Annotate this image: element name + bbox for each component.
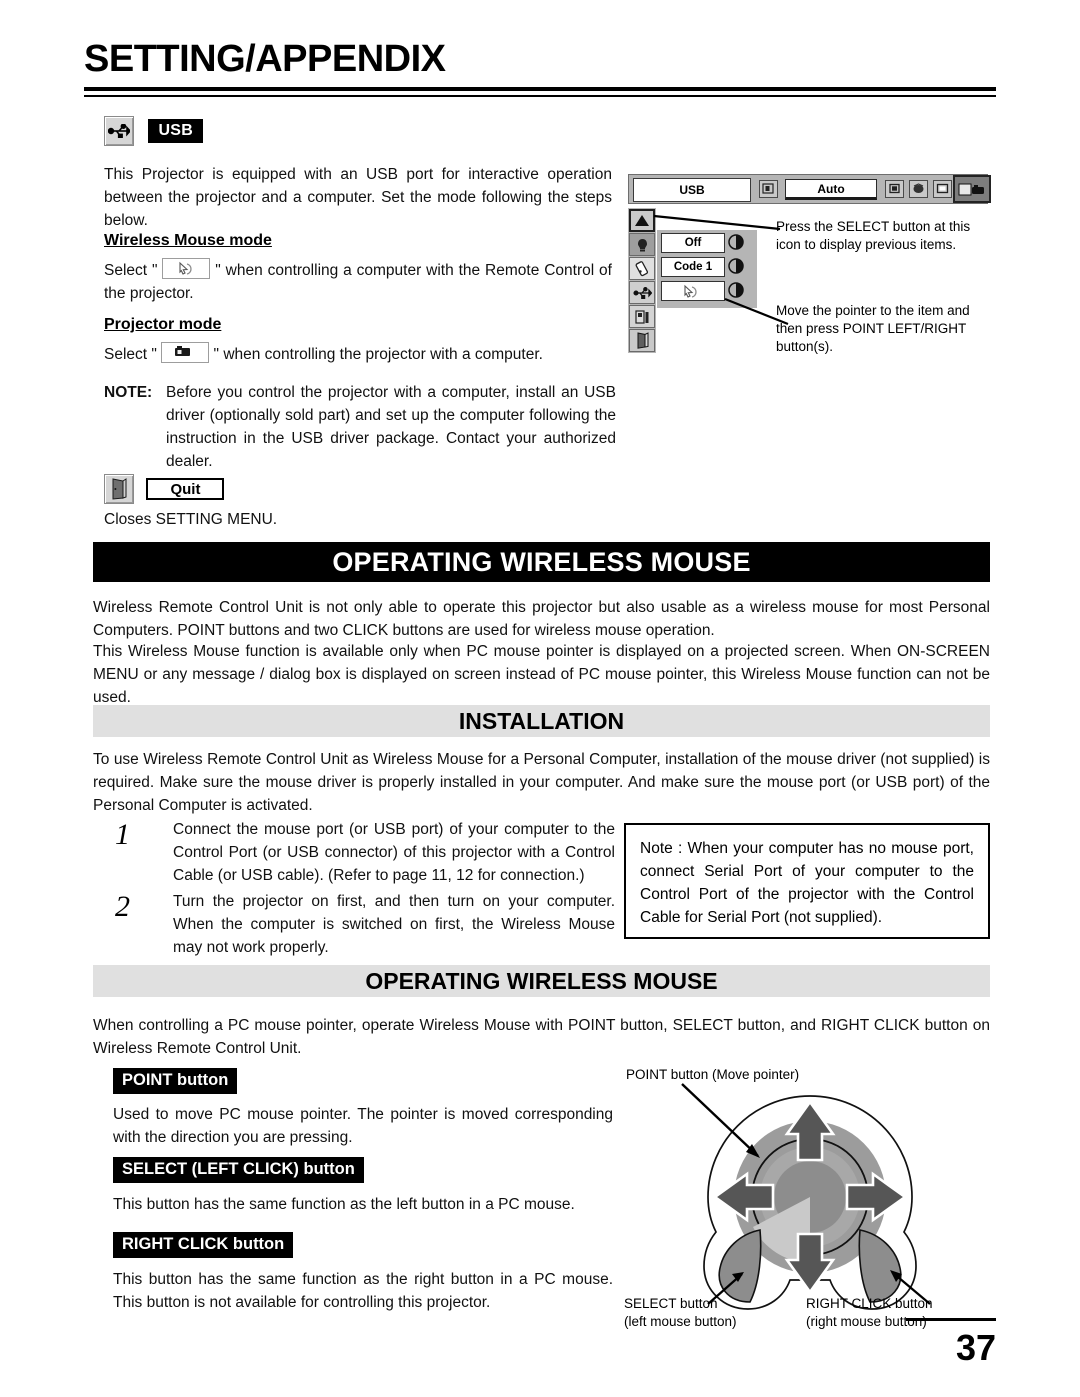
adjust-left-right-icon-3 [728, 282, 744, 298]
banner-installation: INSTALLATION [93, 705, 990, 737]
pc-adjust-icon[interactable] [933, 180, 952, 198]
osd-value-column: Off Code 1 [657, 230, 757, 308]
remote-code-icon[interactable] [629, 257, 655, 280]
osd-title-field: USB [633, 178, 751, 202]
wireless-mouse-mode-heading: Wireless Mouse mode [104, 232, 272, 249]
image-icon[interactable] [909, 180, 928, 198]
select-button-caption: SELECT button (left mouse button) [624, 1295, 737, 1331]
osd-code-value[interactable]: Code 1 [661, 257, 725, 277]
mouse-pointer-icon [162, 258, 211, 279]
quit-label: Quit [146, 478, 225, 500]
adjust-left-right-icon-1 [728, 234, 744, 250]
right-click-button-label-box: RIGHT CLICK button [113, 1232, 294, 1258]
osd-auto-button[interactable]: Auto [785, 179, 877, 200]
serial-port-note-box: Note : When your computer has no mouse p… [624, 823, 990, 939]
osd-lamp-value[interactable]: Off [661, 233, 725, 253]
quit-heading-row: Quit [104, 474, 225, 504]
note-label: NOTE: [104, 384, 153, 401]
right-click-button-label: RIGHT CLICK button [113, 1232, 294, 1258]
usb-icon[interactable] [629, 281, 655, 304]
wireless-mode-text-before: Select " [104, 262, 158, 279]
osd-callout-bottom: Move the pointer to the item and then pr… [776, 303, 970, 354]
step-2-text: Turn the projector on first, and then tu… [173, 893, 615, 956]
point-button-label: POINT button [113, 1068, 238, 1094]
input-icon[interactable] [759, 180, 778, 198]
adjust-left-right-icon-2 [728, 258, 744, 274]
note-text: Before you control the projector with a … [166, 384, 616, 470]
up-arrow-icon[interactable] [629, 209, 655, 232]
quit-description: Closes SETTING MENU. [104, 511, 278, 528]
projector-mode-text-after: " when controlling the projector with a … [213, 346, 543, 363]
step-1-text: Connect the mouse port (or USB port) of … [173, 821, 615, 884]
projector-mode-text-before: Select " [104, 346, 157, 363]
page-number-rule [906, 1318, 996, 1321]
usb-heading-row: USB [104, 116, 204, 146]
lamp-counter-icon[interactable] [629, 305, 655, 328]
screen-icon[interactable] [885, 180, 904, 198]
door-exit-icon [104, 474, 134, 504]
osd-top-bar: USB Auto [628, 174, 988, 204]
installation-paragraph: To use Wireless Remote Control Unit as W… [93, 751, 990, 814]
header-rule [84, 87, 996, 97]
banner-operating-wireless-mouse-2: OPERATING WIRELESS MOUSE [93, 965, 990, 997]
right-click-button-text: This button has the same function as the… [113, 1271, 613, 1311]
lamp-icon[interactable] [629, 233, 655, 256]
right-click-caption-line1: RIGHT CLICK button [806, 1296, 933, 1311]
quit-door-icon[interactable] [629, 329, 655, 352]
step-2-number: 2 [115, 890, 130, 923]
osd-usb-mode-value[interactable] [661, 281, 725, 301]
page-number: 37 [955, 1327, 996, 1368]
select-button-caption-line2: (left mouse button) [624, 1314, 737, 1329]
installation-step-2: 2 Turn the projector on first, and then … [115, 890, 615, 959]
select-button-text: This button has the same function as the… [113, 1196, 575, 1213]
select-button-caption-line1: SELECT button [624, 1296, 718, 1311]
step-1-number: 1 [115, 818, 130, 851]
banner2-intro: When controlling a PC mouse pointer, ope… [93, 1017, 990, 1057]
page-title: SETTING/APPENDIX [84, 38, 446, 80]
right-click-caption-line2: (right mouse button) [806, 1314, 927, 1329]
banner-operating-wireless-mouse-1: OPERATING WIRELESS MOUSE [93, 542, 990, 582]
usb-note-block: NOTE: Before you control the projector w… [104, 381, 616, 473]
usb-intro-text: This Projector is equipped with an USB p… [104, 166, 612, 229]
remote-pad-graphic [681, 1083, 931, 1310]
osd-callout-top: Press the SELECT button at this icon to … [776, 219, 971, 252]
select-button-label-box: SELECT (LEFT CLICK) button [113, 1157, 364, 1183]
serial-port-note-text: Note : When your computer has no mouse p… [640, 840, 974, 926]
projector-mode-heading: Projector mode [104, 316, 222, 333]
remote-control-diagram: POINT button (Move pointer) [620, 1060, 1000, 1310]
projector-mode-text: Select " " when controlling the projecto… [104, 342, 612, 366]
setting-icon[interactable] [953, 175, 991, 203]
select-button-label: SELECT (LEFT CLICK) button [113, 1157, 364, 1183]
point-button-label-box: POINT button [113, 1068, 238, 1094]
usb-label: USB [148, 119, 204, 143]
osd-left-icon-column [628, 208, 656, 353]
wireless-mouse-mode-text: Select " " when controlling a computer w… [104, 258, 612, 305]
installation-step-1: 1 Connect the mouse port (or USB port) o… [115, 818, 615, 887]
banner1-paragraph-1: Wireless Remote Control Unit is not only… [93, 599, 990, 639]
banner1-paragraph-2: This Wireless Mouse function is availabl… [93, 643, 990, 706]
right-click-button-caption: RIGHT CLICK button (right mouse button) [806, 1295, 933, 1331]
usb-icon [104, 116, 134, 146]
document-page: SETTING/APPENDIX USB This Projector is e… [0, 0, 1080, 1397]
mouse-pointer-icon [684, 284, 697, 298]
point-button-text: Used to move PC mouse pointer. The point… [113, 1106, 613, 1146]
projector-icon [161, 342, 210, 363]
